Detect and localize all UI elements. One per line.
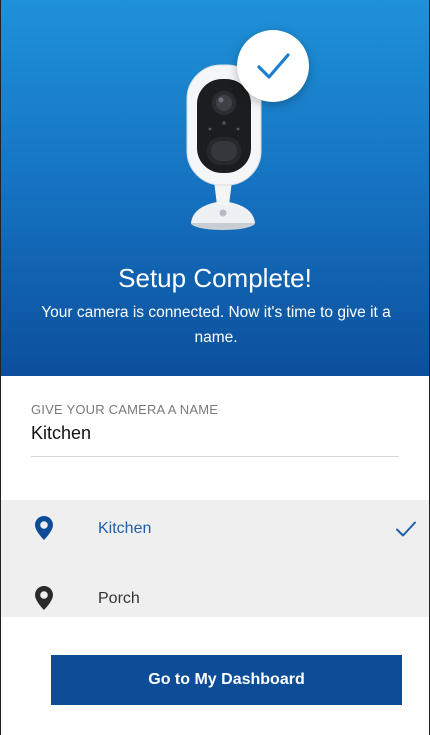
location-item-label: Kitchen (98, 520, 152, 537)
location-suggestion-list: Kitchen Porch (1, 500, 429, 617)
location-pin-icon (35, 586, 53, 610)
location-item-label: Porch (98, 590, 140, 607)
success-badge (237, 30, 309, 102)
camera-name-section: GIVE YOUR CAMERA A NAME (31, 402, 399, 457)
setup-screen: Setup Complete! Your camera is connected… (0, 0, 430, 735)
camera-name-label: GIVE YOUR CAMERA A NAME (31, 402, 219, 417)
go-to-dashboard-button[interactable]: Go to My Dashboard (51, 655, 402, 705)
page-title: Setup Complete! (118, 263, 312, 293)
location-pin-icon (35, 516, 53, 540)
location-item-porch[interactable]: Porch (1, 570, 429, 626)
camera-name-input[interactable] (31, 423, 399, 457)
check-icon (257, 53, 290, 79)
check-icon (396, 521, 416, 537)
setup-hero: Setup Complete! Your camera is connected… (1, 0, 429, 376)
location-item-kitchen[interactable]: Kitchen (1, 500, 429, 556)
page-subtitle: Your camera is connected. Now it's time … (41, 304, 391, 346)
